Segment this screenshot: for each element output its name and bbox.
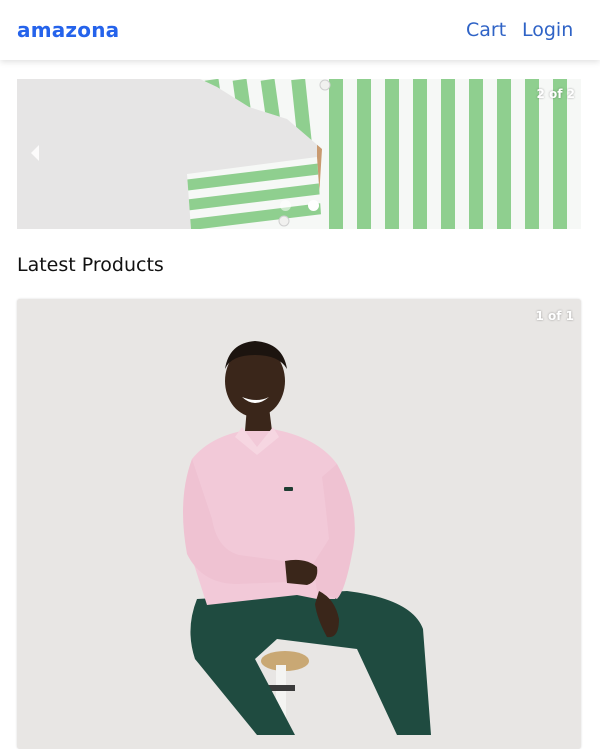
product-image-counter: 1 of 1 [535,309,574,323]
carousel-dot-2[interactable] [308,200,319,211]
login-link[interactable]: Login [522,19,573,41]
section-title-latest-products: Latest Products [17,254,164,276]
product-image [17,299,581,749]
chevron-left-icon[interactable] [25,142,47,164]
carousel-dot-1[interactable] [280,200,291,211]
brand-logo-link[interactable]: amazona [17,18,119,42]
cart-link[interactable]: Cart [466,19,506,41]
banner-carousel[interactable]: 2 of 2 [17,79,581,229]
product-card[interactable]: 1 of 1 [17,299,581,749]
navbar: amazona Cart Login [0,0,600,60]
banner-image [17,79,581,229]
slide-counter: 2 of 2 [536,87,575,101]
